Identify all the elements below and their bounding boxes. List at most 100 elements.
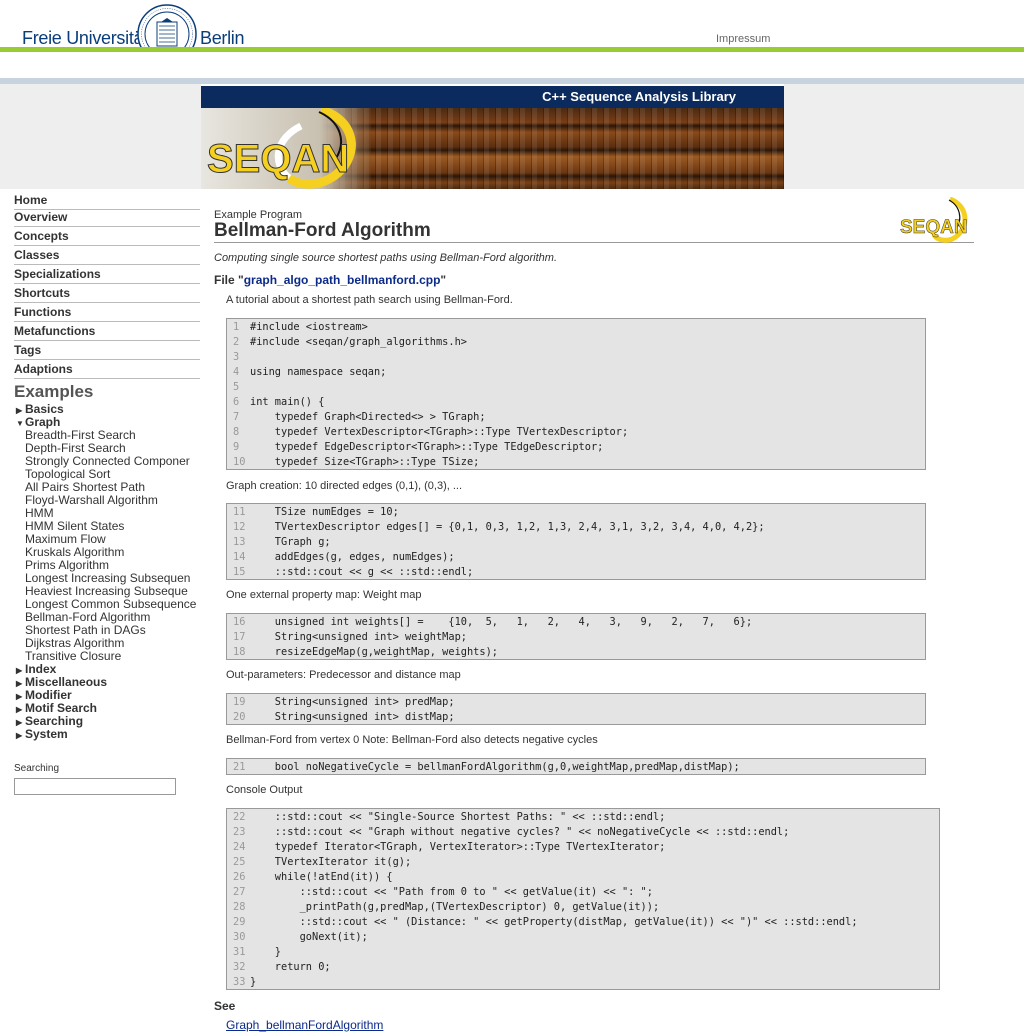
section-desc-6: Console Output xyxy=(226,784,303,796)
file-link[interactable]: graph_algo_path_bellmanford.cpp xyxy=(244,273,441,287)
line-number: 23 xyxy=(233,826,246,838)
category-graph[interactable]: ▼Graph xyxy=(16,415,60,429)
fu-logo-right[interactable]: Berlin xyxy=(200,28,245,49)
code-line: 26 while(!atEnd(it)) { xyxy=(227,870,939,885)
triangle-right-icon: ▶ xyxy=(16,666,23,675)
code-text: String<unsigned int> predMap; xyxy=(250,696,455,708)
section-desc-2: Graph creation: 10 directed edges (0,1),… xyxy=(226,480,463,492)
code-line: 30 goNext(it); xyxy=(227,930,939,945)
seqan-logo-text: SEQAN xyxy=(207,137,349,181)
graph-item-strongly-connected[interactable]: Strongly Connected Componer xyxy=(25,454,200,468)
graph-item-dijkstras[interactable]: Dijkstras Algorithm xyxy=(25,636,200,650)
code-line: 32 return 0; xyxy=(227,960,939,975)
line-number: 31 xyxy=(233,946,246,958)
line-number: 27 xyxy=(233,886,246,898)
nav-metafunctions[interactable]: Metafunctions xyxy=(14,322,200,341)
graph-item-depth-first-search[interactable]: Depth-First Search xyxy=(25,441,200,455)
code-line: 4 using namespace seqan; xyxy=(227,365,925,380)
line-number: 10 xyxy=(233,456,246,468)
code-line: 17 String<unsigned int> weightMap; xyxy=(227,630,925,645)
category-miscellaneous[interactable]: ▶ Miscellaneous xyxy=(16,675,107,689)
graph-item-bellman-ford[interactable]: Bellman-Ford Algorithm xyxy=(25,610,200,624)
graph-item-shortest-path-dags[interactable]: Shortest Path in DAGs xyxy=(25,623,200,637)
category-searching[interactable]: ▶ Searching xyxy=(16,714,83,728)
line-number: 29 xyxy=(233,916,246,928)
nav-specializations[interactable]: Specializations xyxy=(14,265,200,284)
seqan-logo-icon[interactable]: SEQAN xyxy=(201,108,371,189)
nav-classes[interactable]: Classes xyxy=(14,246,200,265)
search-label: Searching xyxy=(14,763,60,774)
see-link[interactable]: Graph_bellmanFordAlgorithm xyxy=(226,1018,383,1032)
code-line: 24 typedef Iterator<TGraph, VertexIterat… xyxy=(227,840,939,855)
line-number: 7 xyxy=(233,411,240,423)
graph-item-transitive-closure[interactable]: Transitive Closure xyxy=(25,649,200,663)
impressum-link[interactable]: Impressum xyxy=(716,33,770,45)
graph-item-hmm[interactable]: HMM xyxy=(25,506,200,520)
line-number: 3 xyxy=(233,351,240,363)
category-index[interactable]: ▶ Index xyxy=(16,662,56,676)
graph-item-breadth-first-search[interactable]: Breadth-First Search xyxy=(25,428,200,442)
section-desc-3: One external property map: Weight map xyxy=(226,589,422,601)
nav-overview[interactable]: Overview xyxy=(14,208,200,227)
seqan-small-logo-icon[interactable]: SEQAN xyxy=(900,197,972,243)
title-divider xyxy=(214,242,974,243)
code-text: TGraph g; xyxy=(250,536,331,548)
search-input[interactable] xyxy=(14,778,176,795)
triangle-right-icon: ▶ xyxy=(16,705,23,714)
category-system[interactable]: ▶ System xyxy=(16,727,68,741)
line-number: 4 xyxy=(233,366,240,378)
code-text: ::std::cout << "Graph without negative c… xyxy=(250,826,790,838)
code-line: 18 resizeEdgeMap(g,weightMap, weights); xyxy=(227,645,925,659)
fu-logo-left[interactable]: Freie Universität xyxy=(22,28,148,49)
line-number: 17 xyxy=(233,631,246,643)
code-line: 28 _printPath(g,predMap,(TVertexDescript… xyxy=(227,900,939,915)
code-line: 2 #include <seqan/graph_algorithms.h> xyxy=(227,335,925,350)
seqan-banner: C++ Sequence Analysis Library SEQAN xyxy=(201,86,784,189)
code-line: 22 ::std::cout << "Single-Source Shortes… xyxy=(227,810,939,825)
code-text: TVertexIterator it(g); xyxy=(250,856,412,868)
graph-item-hmm-silent-states[interactable]: HMM Silent States xyxy=(25,519,200,533)
graph-item-longest-increasing[interactable]: Longest Increasing Subsequen xyxy=(25,571,200,585)
code-line: 14 addEdges(g, edges, numEdges); xyxy=(227,550,925,565)
line-number: 21 xyxy=(233,761,246,773)
code-line: 10 typedef Size<TGraph>::Type TSize; xyxy=(227,455,925,469)
nav-shortcuts[interactable]: Shortcuts xyxy=(14,284,200,303)
category-motif-search[interactable]: ▶ Motif Search xyxy=(16,701,97,715)
nav-concepts[interactable]: Concepts xyxy=(14,227,200,246)
graph-item-all-pairs-shortest-path[interactable]: All Pairs Shortest Path xyxy=(25,480,200,494)
code-text: int main() { xyxy=(250,396,325,408)
code-line: 29 ::std::cout << " (Distance: " << getP… xyxy=(227,915,939,930)
sidebar: Home Overview Concepts Classes Specializ… xyxy=(0,189,201,1024)
graph-item-floyd-warshall[interactable]: Floyd-Warshall Algorithm xyxy=(25,493,200,507)
code-line: 11 TSize numEdges = 10; xyxy=(227,505,925,520)
line-number: 24 xyxy=(233,841,246,853)
graph-item-topological-sort[interactable]: Topological Sort xyxy=(25,467,200,481)
graph-item-kruskals[interactable]: Kruskals Algorithm xyxy=(25,545,200,559)
nav-adaptions[interactable]: Adaptions xyxy=(14,360,200,379)
code-block-2: 11 TSize numEdges = 10; 12 TVertexDescrip… xyxy=(226,503,926,580)
code-text: ::std::cout << "Single-Source Shortest P… xyxy=(250,811,666,823)
code-line: 1 #include <iostream> xyxy=(227,320,925,335)
code-line: 33} xyxy=(227,975,939,989)
graph-item-heaviest-increasing[interactable]: Heaviest Increasing Subseque xyxy=(25,584,200,598)
category-modifier[interactable]: ▶ Modifier xyxy=(16,688,72,702)
code-line: 7 typedef Graph<Directed<> > TGraph; xyxy=(227,410,925,425)
code-text: addEdges(g, edges, numEdges); xyxy=(250,551,455,563)
code-text: #include <iostream> xyxy=(250,321,368,333)
nav-tags[interactable]: Tags xyxy=(14,341,200,360)
nav-functions[interactable]: Functions xyxy=(14,303,200,322)
graph-item-longest-common[interactable]: Longest Common Subsequence xyxy=(25,597,200,611)
triangle-right-icon: ▶ xyxy=(16,731,23,740)
graph-item-prims[interactable]: Prims Algorithm xyxy=(25,558,200,572)
triangle-down-icon: ▼ xyxy=(16,419,24,428)
seqan-small-logo-text: SEQAN xyxy=(900,217,968,238)
line-number: 12 xyxy=(233,521,246,533)
code-text: } xyxy=(250,976,257,988)
code-text: String<unsigned int> weightMap; xyxy=(250,631,467,643)
category-basics[interactable]: ▶ Basics xyxy=(16,402,64,416)
line-number: 9 xyxy=(233,441,240,453)
graph-item-maximum-flow[interactable]: Maximum Flow xyxy=(25,532,200,546)
code-text: typedef Size<TGraph>::Type TSize; xyxy=(250,456,480,468)
examples-heading: Examples xyxy=(14,382,94,401)
line-number: 32 xyxy=(233,961,246,973)
